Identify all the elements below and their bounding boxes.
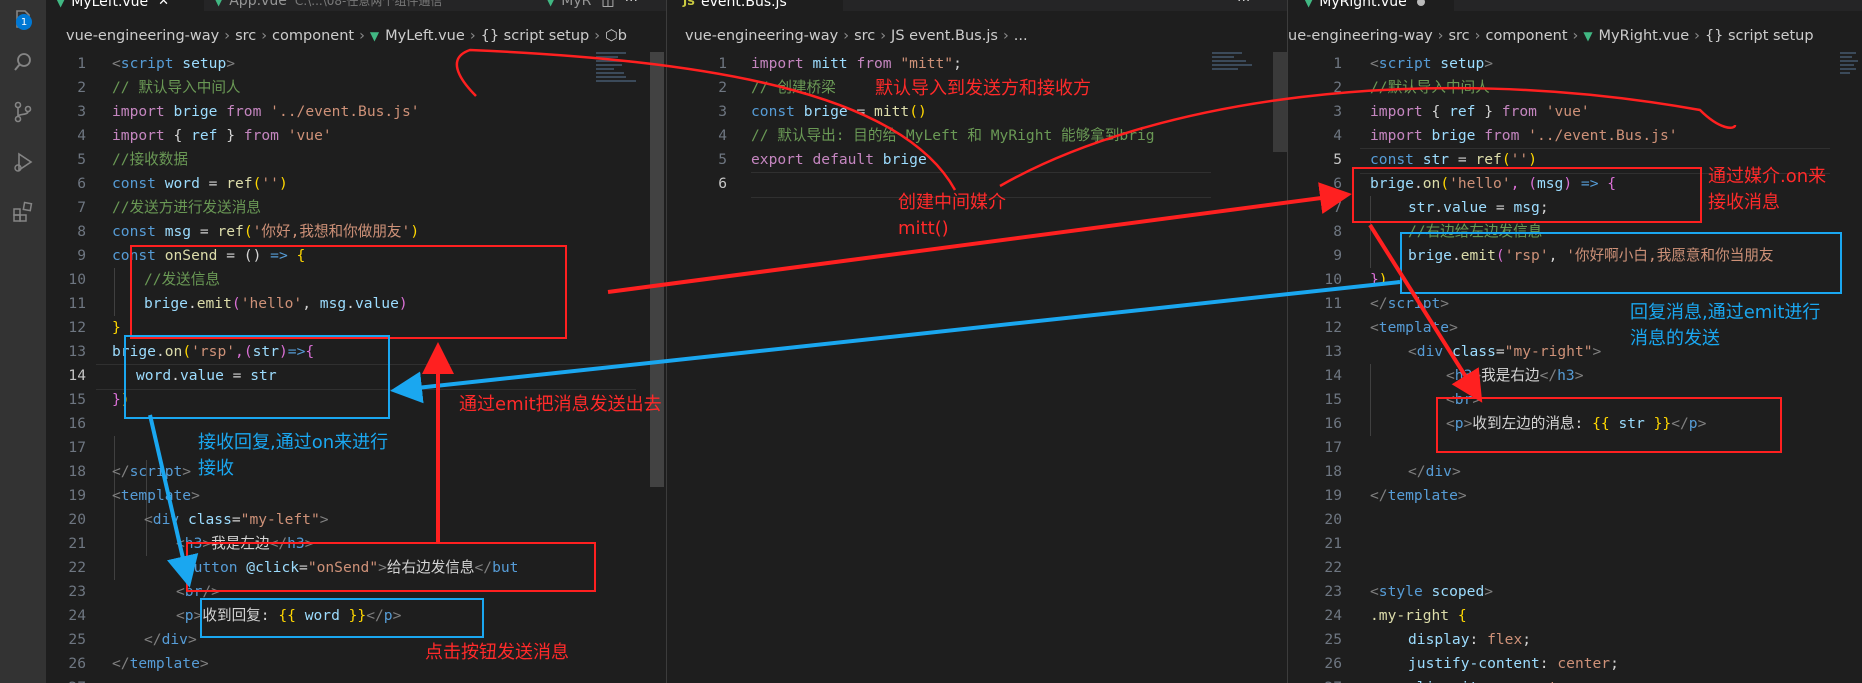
arrow-mid-to-right — [999, 86, 1737, 188]
annotation-create-medium: 创建中间媒介 — [898, 192, 1006, 213]
annotation-right-on-2: 接收消息 — [1708, 192, 1780, 213]
arrow-mid-to-left — [455, 48, 957, 191]
annotation-mitt: mitt() — [898, 218, 949, 239]
annotation-arrows — [148, 48, 1737, 588]
annotation-right-on-1: 通过媒介.on来 — [1708, 166, 1827, 187]
annotation-left-click: 点击按钮发送消息 — [425, 642, 569, 663]
arrow-on-down — [148, 414, 199, 588]
annotation-default-import: 默认导入到发送方和接收方 — [875, 78, 1091, 99]
annotation-right-emit-1: 回复消息,通过emit进行 — [1630, 302, 1821, 323]
annotation-left-emit: 通过emit把消息发送出去 — [459, 394, 662, 415]
annotation-left-on-2: 接收 — [198, 458, 234, 479]
annotation-left-on-1: 接收回复,通过on来进行 — [198, 432, 389, 453]
arrow-right-down — [1368, 223, 1483, 403]
arrow-right-emit-to-left — [390, 280, 1401, 404]
annotation-right-emit-2: 消息的发送 — [1630, 328, 1720, 349]
